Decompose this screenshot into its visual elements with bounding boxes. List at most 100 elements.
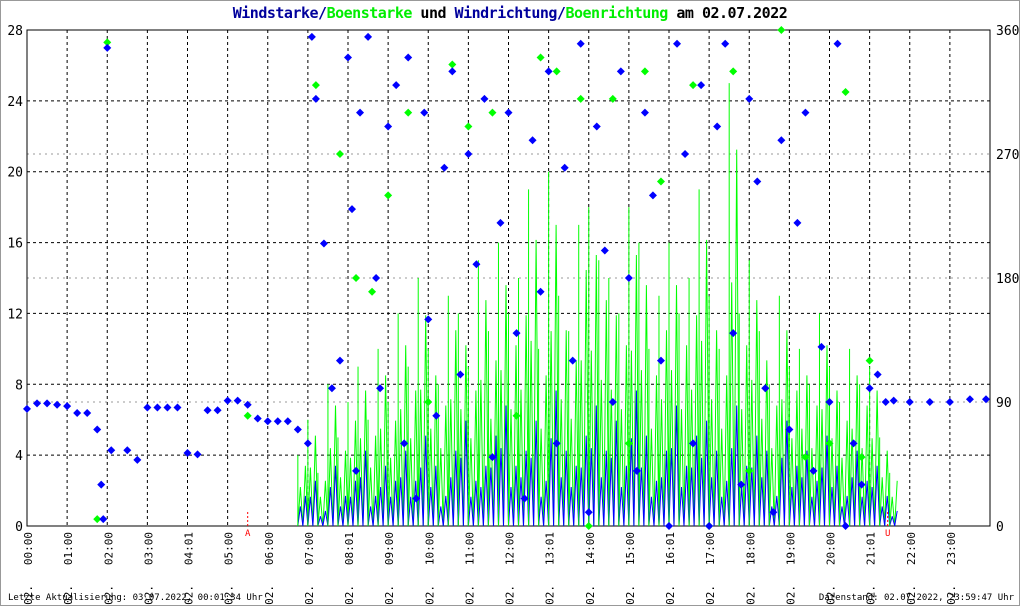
wind-direction-point [925, 398, 934, 406]
y-left-tick-label: 20 [7, 166, 23, 181]
gust-direction-point [576, 94, 585, 103]
wind-direction-point [713, 122, 722, 131]
x-tick-label: 02. 11:00 [463, 532, 476, 605]
gust-direction-point [384, 191, 393, 200]
gust-direction-point [368, 287, 377, 296]
wind-direction-point [528, 136, 537, 145]
y-left-tick-label: 28 [7, 24, 23, 39]
x-tick-label: 02. 09:00 [383, 532, 396, 605]
wind-direction-point [576, 39, 585, 48]
wind-direction-point [464, 150, 473, 158]
wind-direction-point [93, 425, 102, 434]
wind-direction-point [153, 403, 162, 412]
wind-direction-point [193, 450, 202, 459]
gust-direction-point [689, 81, 698, 90]
wind-direction-point [496, 218, 505, 227]
wind-direction-point [384, 122, 393, 131]
wind-direction-point [761, 384, 770, 393]
gust-direction-point [464, 122, 473, 131]
gust-direction-point [584, 522, 593, 530]
wind-direction-point [624, 274, 633, 282]
wind-direction-point [348, 205, 357, 214]
wind-direction-point [319, 239, 328, 248]
wind-direction-point [568, 356, 577, 365]
wind-direction-point [344, 53, 352, 62]
event-marker-label: U [885, 529, 890, 539]
wind-direction-point [512, 329, 521, 338]
wind-direction-point [133, 455, 142, 464]
wind-direction-point [504, 108, 513, 117]
gust-direction-point [865, 356, 874, 365]
wind-direction-point [480, 94, 489, 103]
wind-direction-point [303, 439, 312, 448]
x-tick-label: 02. 12:00 [504, 532, 517, 605]
wind-direction-point [905, 398, 914, 406]
wind-direction-point [432, 411, 441, 420]
last-update: Letzte Aktualisierung: 03.07.2022, 00:01… [8, 593, 263, 603]
wind-direction-point [33, 399, 42, 408]
wind-direction-point [705, 522, 714, 530]
data-status: Datenstand: 02.07.2022, 23:59:47 Uhr [818, 593, 1014, 603]
wind-direction-point [584, 508, 593, 517]
wind-direction-point [83, 409, 92, 418]
gust-direction-point [424, 398, 433, 406]
wind-direction-point [356, 108, 365, 117]
wind-direction-point [73, 409, 82, 418]
gust-direction-point [404, 108, 413, 117]
wind-direction-point [364, 32, 373, 41]
wind-direction-point [311, 94, 320, 103]
wind-direction-point [253, 414, 262, 423]
x-tick-label: 02. 10:00 [423, 532, 436, 605]
x-tick-label: 02. 13:01 [544, 532, 557, 605]
x-tick-label: 02. 16:01 [664, 532, 677, 605]
wind-direction-point [440, 163, 449, 172]
wind-direction-point [23, 404, 31, 413]
wind-direction-point [376, 384, 385, 393]
y-left-tick-label: 12 [7, 307, 23, 322]
wind-direction-point [721, 39, 730, 48]
gust-direction-point [841, 88, 850, 96]
gust-direction-point [640, 67, 649, 76]
wind-direction-point [536, 287, 545, 296]
wind-direction-point [223, 396, 232, 405]
wind-direction-point [448, 67, 457, 76]
y-left-tick-label: 4 [15, 449, 23, 464]
y-right-tick-label: 270 [996, 148, 1019, 163]
wind-direction-point [163, 403, 172, 412]
wind-direction-point [103, 43, 112, 52]
wind-direction-point [648, 191, 657, 200]
wind-direction-point [753, 177, 762, 186]
wind-direction-point [777, 136, 786, 145]
x-tick-label: 02. 14:00 [584, 532, 597, 605]
wind-direction-point [665, 522, 673, 530]
wind-direction-point [143, 403, 152, 412]
wind-direction-point [43, 399, 52, 408]
wind-direction-point [404, 53, 413, 62]
y-right-tick-label: 360 [996, 24, 1019, 39]
gust-direction-point [536, 53, 545, 62]
x-tick-label: 02. 08:01 [343, 532, 356, 605]
x-tick-label: 02. 17:00 [704, 532, 717, 605]
wind-direction-point [833, 39, 842, 48]
gust-direction-point [729, 67, 738, 76]
wind-direction-point [616, 67, 625, 76]
wind-direction-point [335, 356, 344, 365]
wind-direction-point [63, 402, 72, 411]
wind-direction-point [107, 446, 116, 455]
x-tick-label: 02. 07:00 [303, 532, 316, 605]
gust-direction-point [335, 150, 344, 158]
y-left-tick-label: 16 [7, 237, 23, 252]
gust-direction-point [656, 177, 665, 186]
y-right-tick-label: 0 [996, 520, 1004, 535]
wind-direction-point [729, 329, 738, 338]
wind-direction-point [544, 67, 553, 76]
wind-direction-point [560, 163, 569, 172]
wind-direction-point [592, 122, 601, 131]
x-tick-label: 02. 18:00 [744, 532, 757, 605]
wind-direction-point [656, 356, 665, 365]
wind-direction-point [793, 218, 802, 227]
y-right-tick-label: 180 [996, 272, 1019, 287]
wind-direction-point [183, 448, 192, 457]
event-marker-label: A [245, 529, 251, 539]
y-left-tick-label: 24 [7, 95, 23, 110]
